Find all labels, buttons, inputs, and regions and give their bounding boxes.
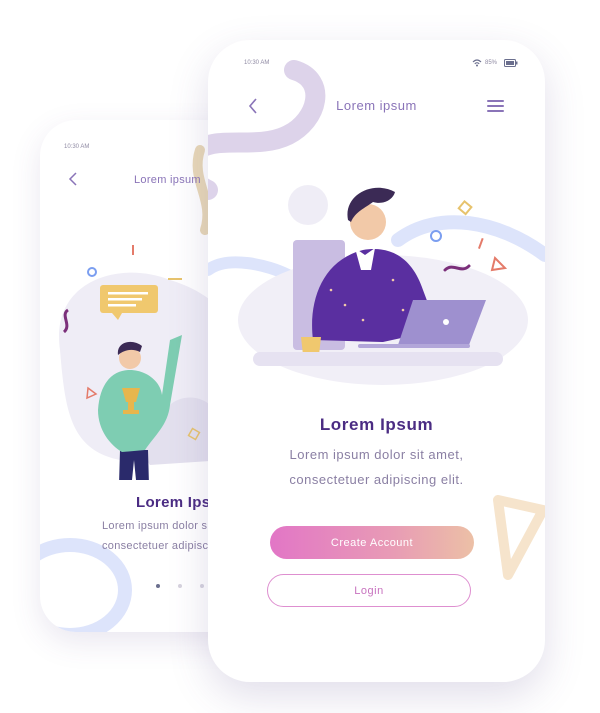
work-at-laptop-illustration xyxy=(238,185,528,385)
front-phone-screen: 10:30 AM 85% Lorem ipsum Lorem Ipsum Lor… xyxy=(208,40,545,682)
status-time: 10:30 AM xyxy=(244,60,270,66)
page-dot-active[interactable] xyxy=(156,584,160,588)
onboarding-text-line2: consectetuer adipiscing elit. xyxy=(289,472,464,487)
page-dot[interactable] xyxy=(200,584,204,588)
back-chevron-icon[interactable] xyxy=(68,172,78,191)
hamburger-menu-icon[interactable] xyxy=(487,100,504,112)
onboarding-heading: Lorem Ipsum xyxy=(319,415,434,434)
status-time: 10:30 AM xyxy=(64,144,90,150)
header-title: Lorem ipsum xyxy=(134,174,201,186)
wifi-icon xyxy=(472,59,482,67)
page-dot[interactable] xyxy=(178,584,182,588)
login-button[interactable]: Login xyxy=(267,574,471,607)
battery-icon xyxy=(504,59,518,67)
onboarding-text-line1: Lorem ipsum dolor sit amet, xyxy=(289,447,464,462)
create-account-button[interactable]: Create Account xyxy=(270,526,474,559)
battery-percent: 85% xyxy=(485,60,498,66)
